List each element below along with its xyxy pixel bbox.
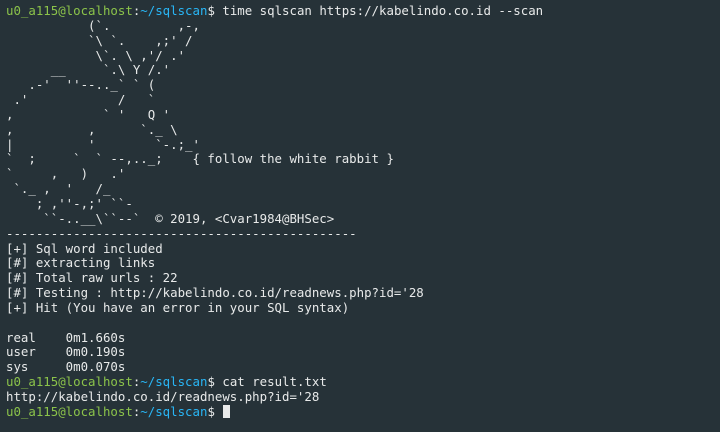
banner-line: ``-..__\``--` © 2019, <Cvar1984@BHSec>	[6, 210, 335, 226]
prompt-path: ~/sqlscan	[140, 3, 208, 18]
result-line: [+] Hit (You have an error in your SQL s…	[6, 299, 350, 315]
divider-line: ----------------------------------------…	[6, 225, 357, 241]
banner-line: `\ `. ,;' /	[6, 32, 193, 48]
timing-line: real 0m1.660s	[6, 329, 126, 345]
command-text: time sqlscan https://kabelindo.co.id --s…	[214, 3, 544, 18]
prompt-user-host: u0_a115@localhost	[6, 374, 133, 390]
banner-line: `._ , ' /_	[6, 181, 111, 197]
command-line-cat: u0_a115@localhost:~/sqlscan$ cat result.…	[6, 374, 720, 390]
prompt-symbol: $	[207, 374, 215, 390]
banner-line: (`. ,-,	[6, 17, 200, 33]
banner-line: , ` ' Q '	[6, 106, 171, 122]
terminal-window[interactable]: u0_a115@localhost:~/sqlscan$ time sqlsca…	[0, 0, 720, 432]
command-input[interactable]	[215, 404, 222, 419]
prompt-symbol: $	[207, 403, 215, 419]
timing-line: sys 0m0.070s	[6, 359, 126, 375]
result-line: [#] Testing : http://kabelindo.co.id/rea…	[6, 285, 424, 301]
command-line-scan: u0_a115@localhost:~/sqlscan$ time sqlsca…	[6, 3, 720, 19]
cat-output-line: http://kabelindo.co.id/readnews.php?id='…	[6, 388, 320, 404]
command-line-active[interactable]: u0_a115@localhost:~/sqlscan$	[6, 403, 720, 420]
prompt-symbol: $	[207, 3, 215, 18]
banner-line: .-' ''--.._` ` (	[6, 77, 156, 93]
prompt-path: ~/sqlscan	[140, 403, 208, 419]
timing-line: user 0m0.190s	[6, 344, 126, 360]
banner-line: .' / `	[6, 92, 156, 108]
prompt-path: ~/sqlscan	[140, 374, 208, 390]
banner-line: ` ; ` ` --,.._; { follow the white rabbi…	[6, 151, 394, 167]
text-cursor	[223, 404, 231, 418]
command-text: cat result.txt	[214, 374, 327, 390]
banner-line: \`. \ ,'/ .'	[6, 47, 186, 63]
result-line: [+] Sql word included	[6, 240, 163, 256]
banner-line: __ `.\ Y /.'	[6, 62, 171, 78]
result-line: [#] Total raw urls : 22	[6, 270, 178, 286]
prompt-user-host: u0_a115@localhost	[6, 3, 133, 18]
banner-line: | ' `-.;_'	[6, 136, 200, 152]
prompt-user-host: u0_a115@localhost	[6, 403, 133, 419]
banner-line: ; ,''-,;' ``-	[6, 195, 133, 211]
result-line: [#] extracting links	[6, 255, 156, 271]
banner-line: ` , ) .'	[6, 166, 126, 182]
banner-line: , , `._ \	[6, 121, 178, 137]
